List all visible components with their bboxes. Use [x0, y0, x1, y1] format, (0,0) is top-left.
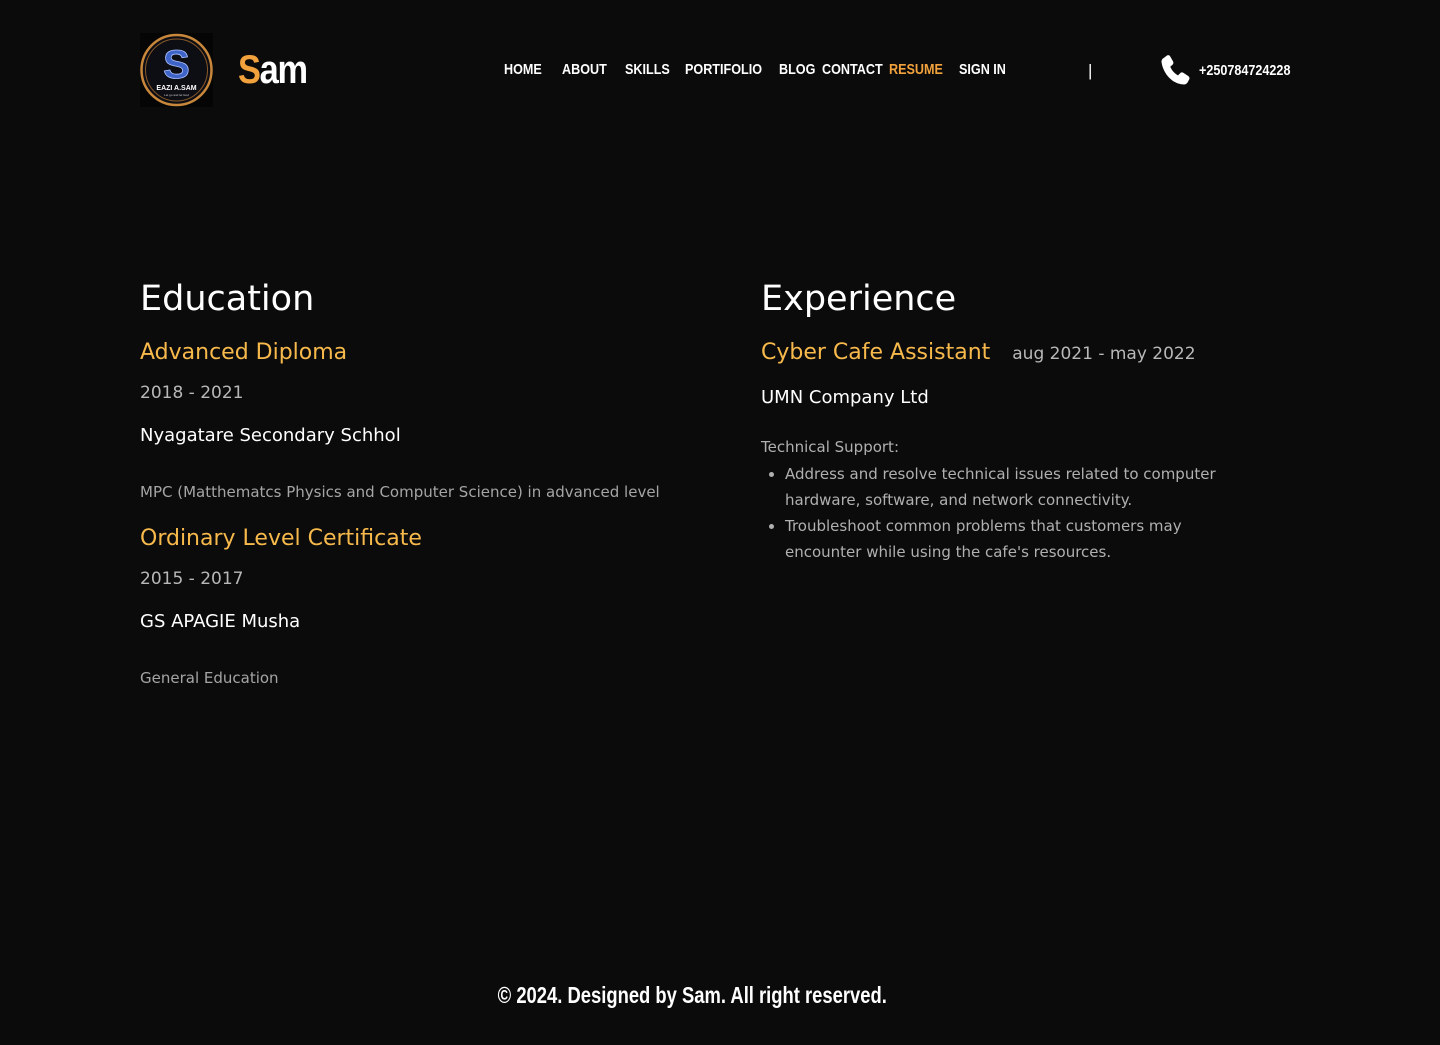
experience-item-subtitle: Technical Support:	[761, 438, 899, 456]
logo-emblem-icon: S EAZI A.SAM Let go and let God	[140, 33, 213, 107]
brand-name-rest: am	[259, 48, 308, 92]
experience-item: Cyber Cafe Assistant aug 2021 - may 2022…	[761, 338, 1241, 565]
education-item-description: General Education	[140, 669, 279, 687]
phone-icon	[1161, 54, 1190, 84]
experience-bullet: Troubleshoot common problems that custom…	[761, 513, 1241, 565]
site-header: S EAZI A.SAM Let go and let God Sam HOME…	[0, 0, 1440, 140]
resume-page: S EAZI A.SAM Let go and let God Sam HOME…	[0, 0, 1440, 1045]
education-heading: Education	[140, 279, 315, 319]
experience-item-header: Cyber Cafe Assistant aug 2021 - may 2022	[761, 338, 1241, 368]
experience-item-bullets: Address and resolve technical issues rel…	[761, 461, 1241, 565]
nav-sign-in[interactable]: SIGN IN	[959, 60, 1006, 80]
experience-heading: Experience	[761, 279, 957, 319]
nav-portifolio[interactable]: PORTIFOLIO	[685, 60, 762, 80]
education-item-period: 2018 - 2021	[140, 383, 244, 403]
experience-bullet-text: Address and resolve technical issues rel…	[785, 465, 1216, 509]
education-item-period: 2015 - 2017	[140, 569, 244, 589]
experience-item-title: Cyber Cafe Assistant	[761, 340, 991, 365]
experience-item-period: aug 2021 - may 2022	[1012, 344, 1196, 364]
education-item-school: Nyagatare Secondary Schhol	[140, 425, 401, 446]
nav-blog[interactable]: BLOG	[779, 60, 815, 80]
education-item: Advanced Diploma 2018 - 2021 Nyagatare S…	[140, 338, 700, 502]
phone-number[interactable]: +250784724228	[1199, 62, 1290, 79]
brand-name-initial: S	[238, 48, 261, 92]
bullet-dot-icon	[769, 472, 774, 477]
education-item-school: GS APAGIE Musha	[140, 611, 301, 632]
nav-resume[interactable]: RESUME	[889, 60, 943, 80]
experience-item-company: UMN Company Ltd	[761, 387, 929, 408]
logo-letter: S	[163, 43, 190, 87]
phone-contact[interactable]: +250784724228	[1160, 53, 1308, 87]
brand-name[interactable]: Sam	[238, 48, 308, 92]
education-item-description: MPC (Matthematcs Physics and Computer Sc…	[140, 483, 660, 501]
education-section: Education Advanced Diploma 2018 - 2021 N…	[140, 276, 700, 710]
logo-text: EAZI A.SAM	[156, 85, 196, 92]
experience-bullet-text: Troubleshoot common problems that custom…	[785, 517, 1182, 561]
nav-divider: |	[1088, 61, 1093, 80]
logo-tagline: Let go and let God	[164, 93, 189, 97]
education-item-title: Ordinary Level Certificate	[140, 526, 422, 551]
site-footer: © 2024. Designed by Sam. All right reser…	[0, 980, 1384, 1010]
copyright-text: © 2024. Designed by Sam. All right reser…	[497, 982, 887, 1008]
experience-section: Experience Cyber Cafe Assistant aug 2021…	[761, 276, 1241, 565]
nav-contact[interactable]: CONTACT	[822, 60, 883, 80]
education-item: Ordinary Level Certificate 2015 - 2017 G…	[140, 524, 700, 688]
education-item-title: Advanced Diploma	[140, 340, 348, 365]
experience-bullet: Address and resolve technical issues rel…	[761, 461, 1241, 513]
bullet-dot-icon	[769, 524, 774, 529]
nav-skills[interactable]: SKILLS	[625, 60, 670, 80]
nav-home[interactable]: HOME	[504, 60, 542, 80]
nav-about[interactable]: ABOUT	[562, 60, 607, 80]
logo[interactable]: S EAZI A.SAM Let go and let God	[140, 33, 213, 107]
